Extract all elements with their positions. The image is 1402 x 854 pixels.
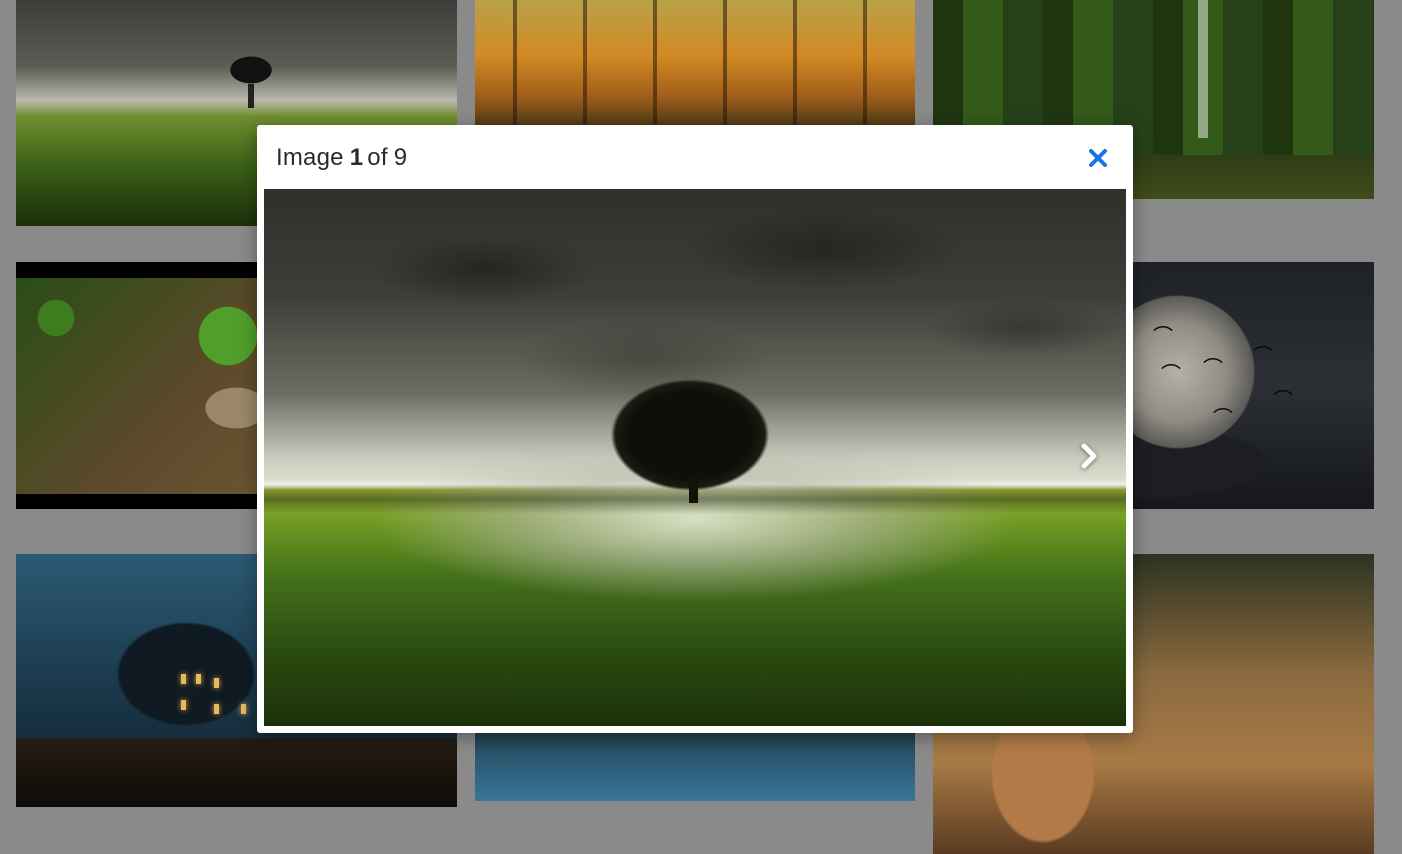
lightbox-image <box>264 189 1126 726</box>
chevron-right-icon <box>1081 443 1097 469</box>
bat-icon: ⌒ <box>1253 346 1273 368</box>
bat-icon: ⌒ <box>1203 358 1223 380</box>
tree-trunk <box>689 475 698 503</box>
window-light <box>214 678 219 688</box>
gallery-thumbnail-lake[interactable] <box>475 730 915 801</box>
window-light <box>241 704 246 714</box>
bat-icon: ⌒ <box>1273 390 1293 412</box>
close-button[interactable] <box>1085 144 1111 172</box>
window-light <box>214 704 219 714</box>
window-light <box>181 700 186 710</box>
bat-icon: ⌒ <box>1153 326 1173 348</box>
window-light <box>181 674 186 684</box>
counter-separator: of <box>367 144 388 171</box>
lightbox-modal: Image 1 of 9 <box>257 125 1133 733</box>
gallery-thumbnail-autumn-forest[interactable] <box>475 0 915 126</box>
bat-icon: ⌒ <box>1213 408 1233 430</box>
lightbox-header: Image 1 of 9 <box>276 143 407 173</box>
window-light <box>196 674 201 684</box>
next-image-button[interactable] <box>1076 439 1102 473</box>
lightbox-counter: Image 1 of 9 <box>276 144 407 172</box>
current-image-index: 1 <box>349 144 364 171</box>
close-icon <box>1089 149 1107 167</box>
total-image-count: 9 <box>393 144 408 171</box>
lightbox-title-prefix: Image <box>276 144 344 171</box>
bat-icon: ⌒ <box>1161 364 1181 386</box>
